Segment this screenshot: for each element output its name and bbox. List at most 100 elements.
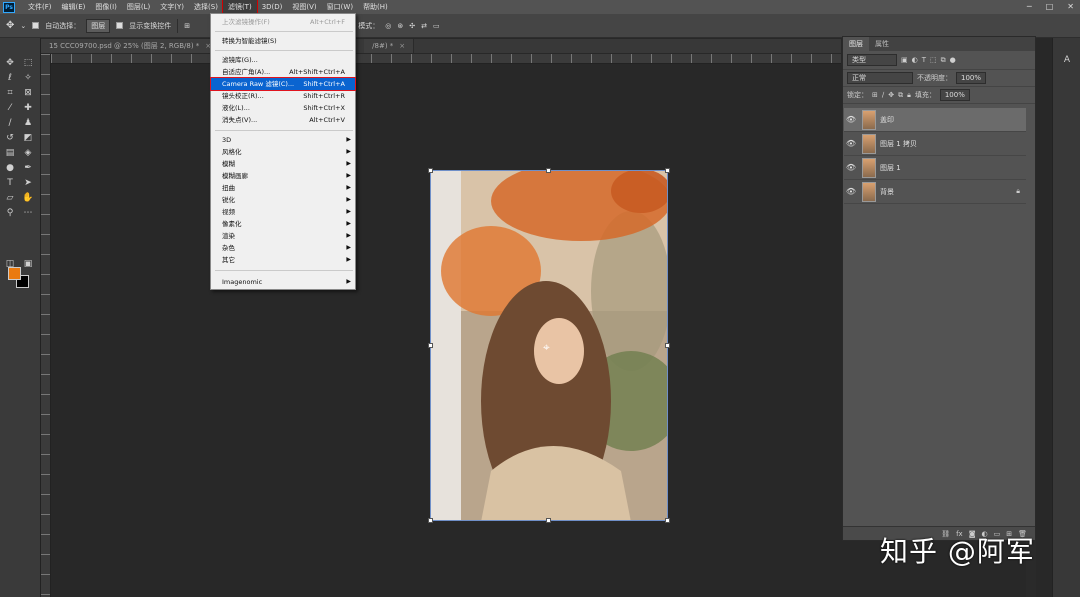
layer-row[interactable]: 👁︎ 图层 1 拷贝 [844, 132, 1026, 156]
shape-tool-icon[interactable]: ▱ [3, 192, 17, 205]
smart-object-filter-icon[interactable]: ⧉ [941, 56, 946, 65]
menu-item-pixelate[interactable]: 像素化 ▶ [211, 218, 355, 230]
magic-wand-icon[interactable]: ✧ [21, 72, 35, 85]
menu-filter[interactable]: 滤镜(T) [221, 0, 258, 15]
minimize-icon[interactable]: ─ [1027, 0, 1032, 14]
eraser-icon[interactable]: ◩ [21, 132, 35, 145]
type-tool-icon[interactable]: T [3, 177, 17, 190]
eyedropper-icon[interactable]: ⁄ [3, 102, 17, 115]
menu-item-distort[interactable]: 扭曲 ▶ [211, 182, 355, 194]
menu-item-noise[interactable]: 杂色 ▶ [211, 242, 355, 254]
transform-handle[interactable] [665, 343, 670, 348]
clone-stamp-icon[interactable]: ♟ [21, 117, 35, 130]
screen-mode-icon[interactable]: ▣ [21, 258, 35, 271]
eye-icon[interactable]: 👁︎ [844, 139, 858, 148]
lock-position-icon[interactable]: ✥ [888, 91, 894, 99]
auto-select-checkbox[interactable] [32, 22, 40, 29]
layer-row[interactable]: 👁︎ 盖印 [844, 108, 1026, 132]
menu-help[interactable]: 帮助(H) [358, 0, 393, 14]
blend-mode-select[interactable]: 正常 [847, 72, 913, 84]
menu-item-imagenomic[interactable]: Imagenomic ▶ [211, 276, 355, 288]
transform-handle[interactable] [546, 518, 551, 523]
menu-item-lens-correction[interactable]: 镜头校正(R)... Shift+Ctrl+R [211, 90, 355, 102]
scale-icon[interactable]: ▭ [433, 22, 440, 30]
chevron-down-icon[interactable]: ⌄ [20, 22, 26, 30]
character-panel-icon[interactable]: A [1060, 54, 1074, 67]
tab-document-1[interactable]: 15 CCC09700.psd @ 25% (图层 2, RGB/8) * × [41, 39, 221, 53]
menu-type[interactable]: 文字(Y) [155, 0, 189, 14]
marquee-tool-icon[interactable]: ⬚ [21, 57, 35, 70]
orbit-icon[interactable]: ◎ [385, 22, 391, 30]
menu-item-blur-gallery[interactable]: 模糊画廊 ▶ [211, 170, 355, 182]
menu-3d[interactable]: 3D(D) [257, 0, 288, 14]
history-brush-icon[interactable]: ↺ [3, 132, 17, 145]
menu-item-camera-raw[interactable]: Camera Raw 滤镜(C)... Shift+Ctrl+A [210, 77, 356, 91]
align-icon[interactable]: ⊞ [184, 22, 190, 30]
hand-tool-icon[interactable]: ✋ [21, 192, 35, 205]
menu-item-adaptive-wide[interactable]: 自适应广角(A)... Alt+Shift+Ctrl+A [211, 66, 355, 78]
adjustment-filter-icon[interactable]: ◐ [912, 56, 918, 64]
menu-edit[interactable]: 编辑(E) [57, 0, 91, 14]
lock-artboard-icon[interactable]: ⧉ [898, 91, 903, 100]
tab-properties[interactable]: 属性 [869, 37, 895, 51]
menu-item-stylize[interactable]: 风格化 ▶ [211, 146, 355, 158]
gradient-tool-icon[interactable]: ▤ [3, 147, 17, 160]
layer-row[interactable]: 👁︎ 图层 1 [844, 156, 1026, 180]
menu-item-vanishing-point[interactable]: 消失点(V)... Alt+Ctrl+V [211, 114, 355, 126]
lock-transparent-icon[interactable]: ⊞ [872, 91, 878, 99]
eye-icon[interactable]: 👁︎ [844, 163, 858, 172]
shape-filter-icon[interactable]: ⬚ [930, 56, 937, 64]
menu-item-render[interactable]: 渲染 ▶ [211, 230, 355, 242]
lock-pixels-icon[interactable]: ∕ [882, 91, 884, 99]
opacity-input[interactable]: 100% [956, 72, 987, 84]
lasso-tool-icon[interactable]: ℓ [3, 72, 17, 85]
pan-icon[interactable]: ✣ [409, 22, 415, 30]
lock-all-icon[interactable]: 🔒︎ [907, 91, 911, 100]
menu-window[interactable]: 窗口(W) [322, 0, 358, 14]
transform-handle[interactable] [428, 343, 433, 348]
type-filter-icon[interactable]: T [922, 56, 926, 64]
menu-item-video[interactable]: 视频 ▶ [211, 206, 355, 218]
close-icon[interactable]: ✕ [1067, 0, 1074, 14]
show-transform-checkbox[interactable] [116, 22, 124, 29]
menu-item-blur[interactable]: 模糊 ▶ [211, 158, 355, 170]
filter-toggle-icon[interactable]: ● [950, 56, 956, 64]
menu-item-3d[interactable]: 3D ▶ [211, 134, 355, 146]
menu-item-liquify[interactable]: 液化(L)... Shift+Ctrl+X [211, 102, 355, 114]
dodge-tool-icon[interactable]: ● [3, 162, 17, 175]
layer-row[interactable]: 👁︎ 背景 🔒︎ [844, 180, 1026, 204]
transform-handle[interactable] [665, 168, 670, 173]
more-tools-icon[interactable]: ⋯ [21, 207, 35, 220]
fill-input[interactable]: 100% [939, 89, 970, 101]
tab-layers[interactable]: 图层 [843, 37, 869, 51]
auto-select-dropdown[interactable]: 图层 [86, 18, 111, 33]
crop-tool-icon[interactable]: ⌗ [3, 87, 17, 100]
eye-icon[interactable]: 👁︎ [844, 115, 858, 124]
transform-handle[interactable] [428, 168, 433, 173]
transform-handle[interactable] [428, 518, 433, 523]
path-select-icon[interactable]: ➤ [21, 177, 35, 190]
frame-tool-icon[interactable]: ⊠ [21, 87, 35, 100]
zoom-tool-icon[interactable]: ⚲ [3, 207, 17, 220]
close-icon[interactable]: × [399, 42, 405, 50]
roll-icon[interactable]: ⊛ [397, 22, 403, 30]
foreground-color-swatch[interactable] [8, 267, 21, 280]
move-tool-icon[interactable]: ✥ [6, 20, 14, 31]
eye-icon[interactable]: 👁︎ [844, 187, 858, 196]
layer-kind-filter[interactable]: 类型 [847, 54, 897, 66]
maximize-icon[interactable]: □ [1046, 0, 1054, 14]
healing-brush-icon[interactable]: ✚ [21, 102, 35, 115]
blur-tool-icon[interactable]: ◈ [21, 147, 35, 160]
menu-item-convert-smart[interactable]: 转换为智能滤镜(S) [211, 35, 355, 47]
menu-image[interactable]: 图像(I) [90, 0, 122, 14]
menu-layer[interactable]: 图层(L) [122, 0, 155, 14]
brush-tool-icon[interactable]: ∕ [3, 117, 17, 130]
move-tool-icon[interactable]: ✥ [3, 57, 17, 70]
transform-handle[interactable] [665, 518, 670, 523]
pen-tool-icon[interactable]: ✒ [21, 162, 35, 175]
menu-item-filter-gallery[interactable]: 滤镜库(G)... [211, 54, 355, 66]
menu-view[interactable]: 视图(V) [287, 0, 321, 14]
menu-file[interactable]: 文件(F) [23, 0, 57, 14]
tab-document-2[interactable]: /8#) * × [364, 39, 415, 53]
menu-item-other[interactable]: 其它 ▶ [211, 254, 355, 266]
